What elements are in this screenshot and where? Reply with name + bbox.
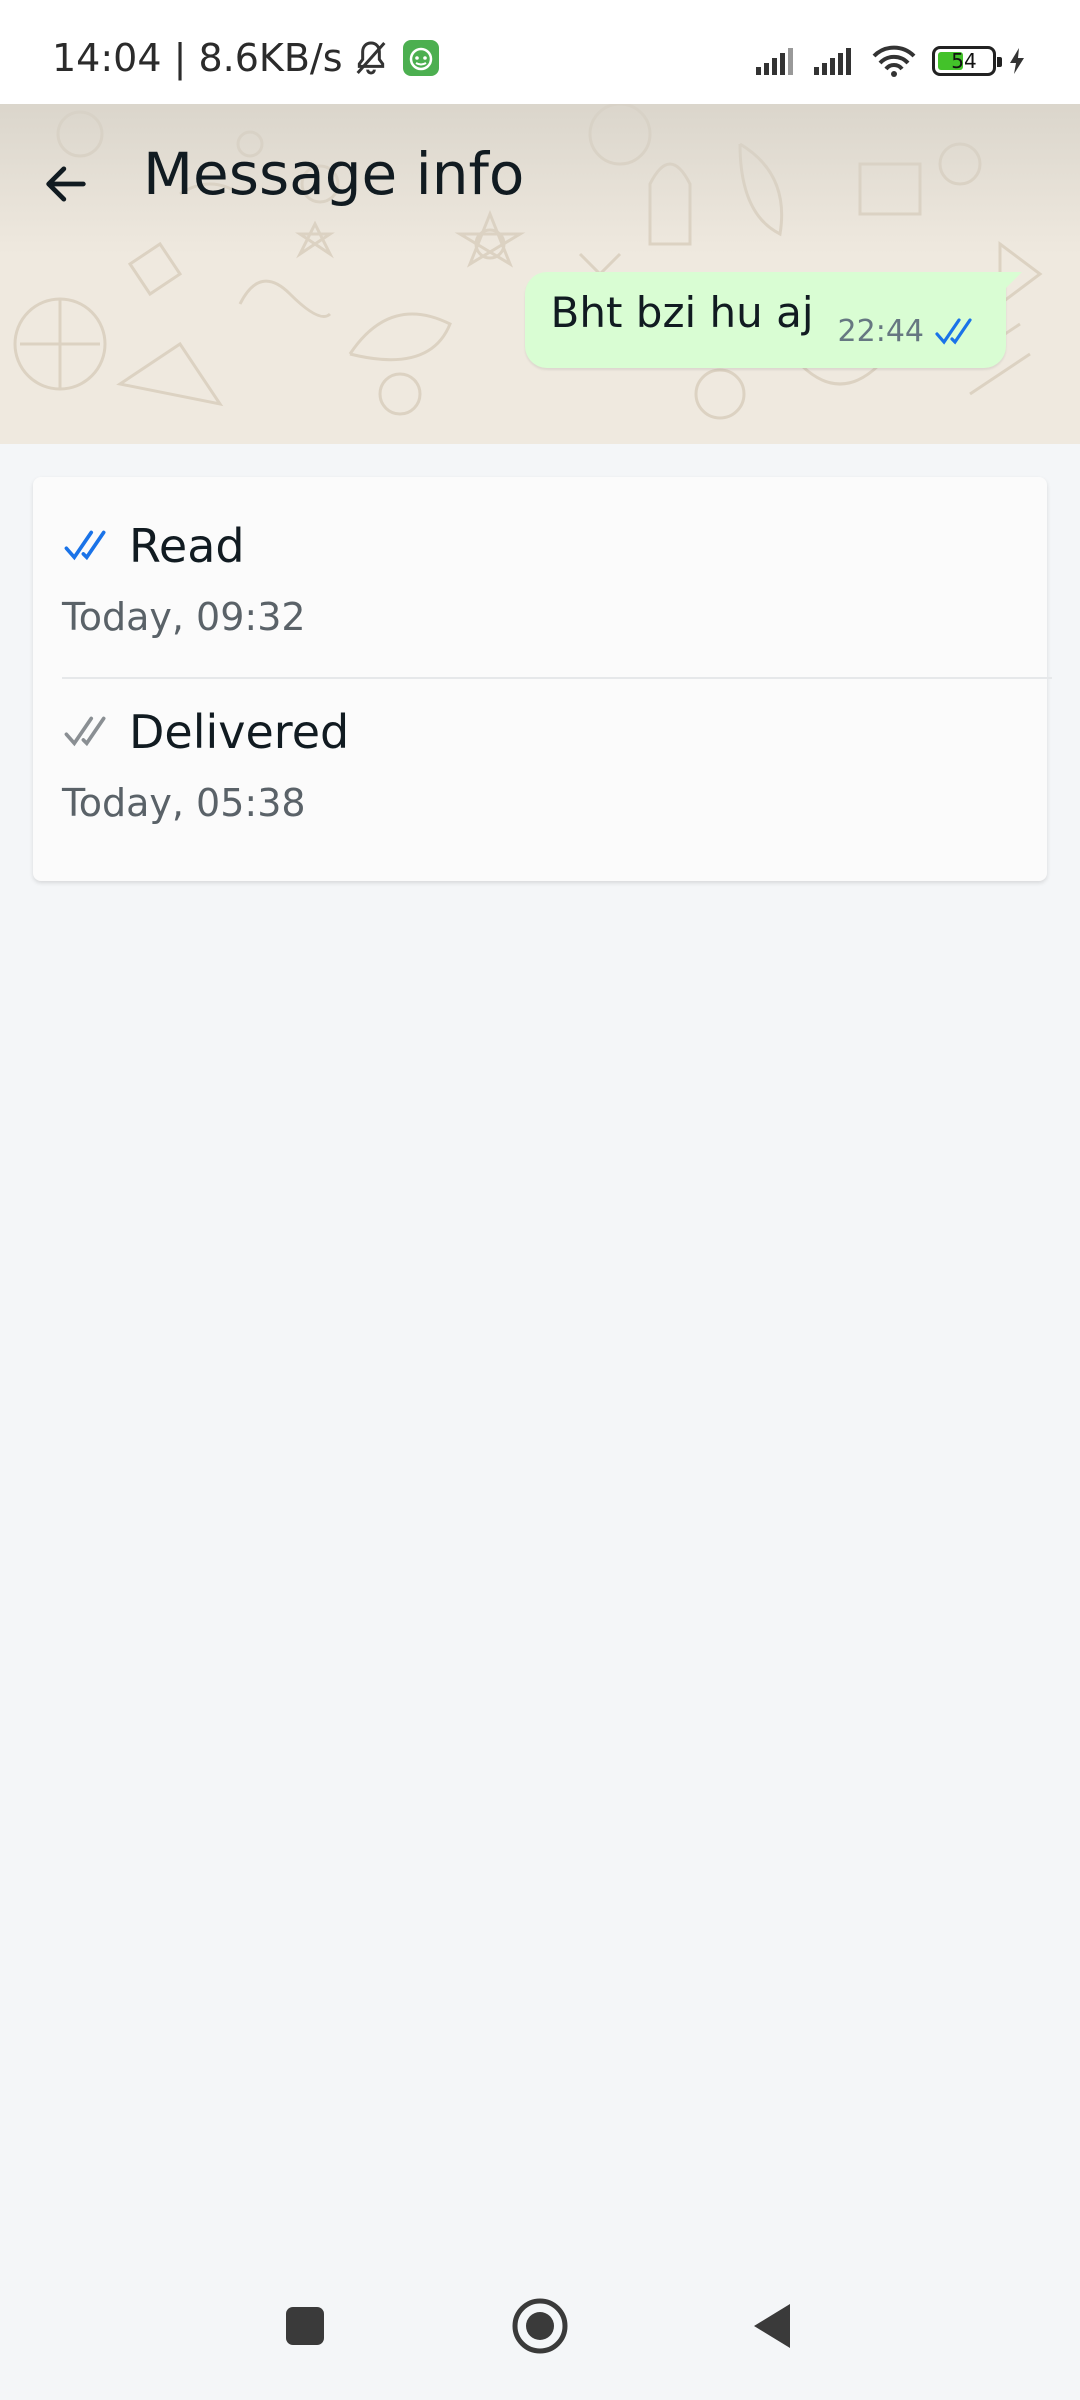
bubble-tail [1000, 272, 1022, 294]
receipt-label: Read [129, 519, 245, 573]
status-left: 14:04 | 8.6KB/s [52, 36, 439, 80]
battery-cap [997, 57, 1002, 67]
recents-button[interactable] [265, 2286, 345, 2366]
double-check-read-icon [935, 317, 972, 345]
receipt-head: Read [63, 519, 245, 573]
receipt-row-read: Read Today, 09:32 [33, 477, 1047, 677]
bell-off-icon [356, 41, 385, 75]
header: Message info Bht bzi hu aj 22:44 [0, 104, 1080, 444]
signal-icon [756, 48, 793, 75]
status-bar: 14:04 | 8.6KB/s 54 [0, 0, 1080, 104]
wifi-icon [872, 45, 916, 77]
double-check-delivered-icon [64, 716, 106, 747]
arrow-left-icon [46, 166, 86, 202]
home-button[interactable] [500, 2286, 580, 2366]
back-icon [754, 2304, 790, 2348]
receipt-card: Read Today, 09:32 Delivered Today, 05:38 [33, 477, 1052, 881]
status-time-speed: 14:04 | 8.6KB/s [52, 36, 343, 80]
receipt-row-delivered: Delivered Today, 05:38 [33, 679, 1047, 881]
system-back-button[interactable] [733, 2286, 813, 2366]
signal-icon [814, 48, 851, 75]
navigation-bar [0, 2260, 1080, 2400]
charging-icon [1010, 48, 1024, 74]
home-icon [512, 2298, 568, 2354]
double-check-read-icon [64, 530, 106, 561]
receipt-head: Delivered [63, 705, 349, 759]
receipt-time: Today, 09:32 [62, 595, 306, 639]
battery-icon: 54 [932, 46, 1002, 76]
battery-level: 54 [951, 49, 977, 73]
message-bubble[interactable]: Bht bzi hu aj 22:44 [524, 272, 1022, 368]
message-text: Bht bzi hu aj [550, 288, 814, 337]
recents-icon [286, 2307, 324, 2345]
receipt-label: Delivered [129, 705, 350, 759]
app-notification-icon [402, 40, 439, 76]
back-button[interactable] [30, 148, 102, 220]
message-meta: 22:44 [838, 314, 980, 349]
page-title: Message info [143, 140, 525, 208]
receipt-time: Today, 05:38 [62, 781, 306, 825]
message-time: 22:44 [837, 314, 924, 349]
status-right: 54 [744, 44, 1028, 78]
